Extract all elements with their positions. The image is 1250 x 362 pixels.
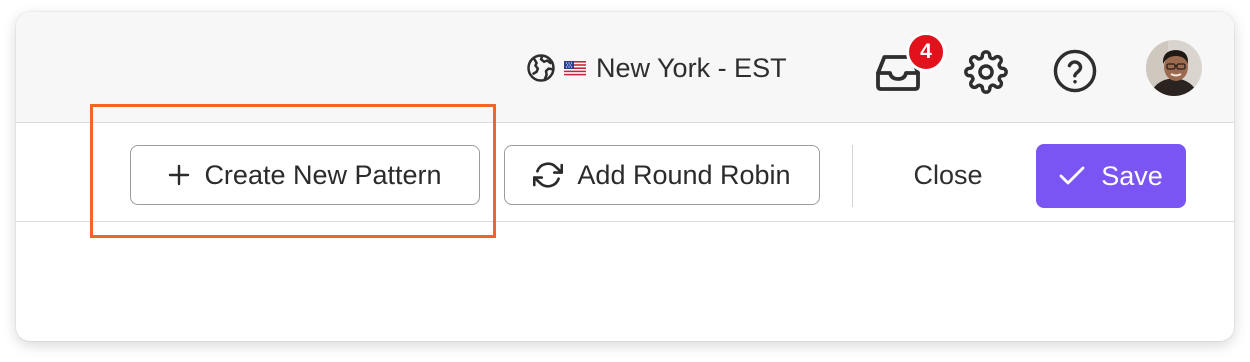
close-button[interactable]: Close xyxy=(886,145,1010,205)
save-label: Save xyxy=(1101,160,1163,191)
check-icon xyxy=(1059,166,1085,185)
plus-icon xyxy=(169,164,190,186)
help-icon xyxy=(1053,49,1097,93)
create-new-pattern-label: Create New Pattern xyxy=(204,159,442,190)
settings-button[interactable] xyxy=(960,46,1012,98)
us-flag-icon xyxy=(564,60,586,76)
gear-icon xyxy=(964,50,1008,94)
scheduler-panel: New York - EST 4 Create New Pattern Add … xyxy=(16,12,1234,341)
create-new-pattern-button[interactable]: Create New Pattern xyxy=(130,145,480,205)
notification-badge: 4 xyxy=(906,32,946,72)
timezone-label: New York - EST xyxy=(596,52,787,83)
pattern-toolbar: Create New Pattern Add Round Robin Close xyxy=(16,123,1234,222)
add-round-robin-button[interactable]: Add Round Robin xyxy=(504,145,820,205)
help-button[interactable] xyxy=(1050,46,1100,96)
add-round-robin-label: Add Round Robin xyxy=(577,159,791,190)
toolbar-divider xyxy=(852,145,853,207)
top-bar: New York - EST 4 xyxy=(16,12,1234,123)
save-button[interactable]: Save xyxy=(1036,144,1186,208)
avatar[interactable] xyxy=(1146,40,1202,96)
user-avatar-image xyxy=(1146,40,1202,96)
refresh-icon xyxy=(533,162,564,188)
close-label: Close xyxy=(913,159,983,190)
timezone-selector[interactable]: New York - EST xyxy=(526,50,787,86)
globe-icon xyxy=(527,54,555,82)
